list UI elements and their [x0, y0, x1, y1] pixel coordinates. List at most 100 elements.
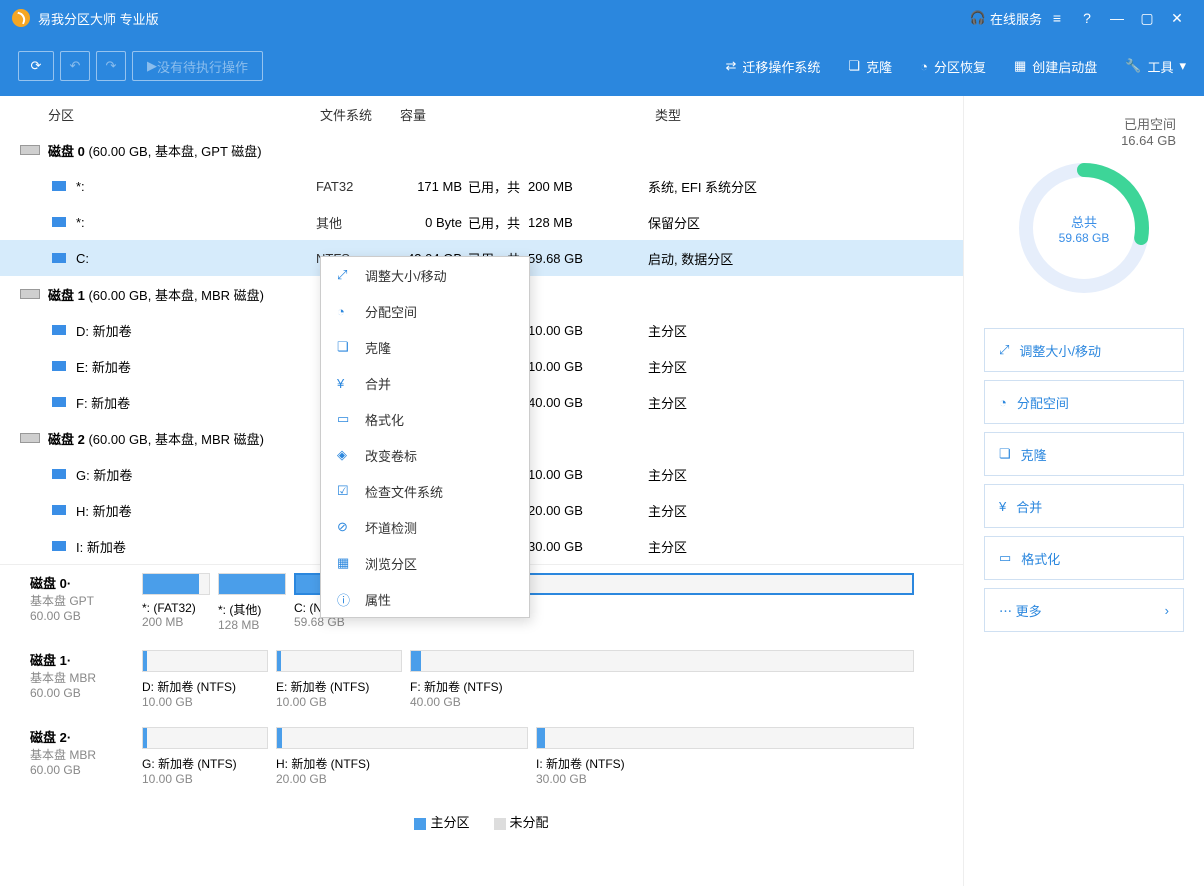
- partition-total: 128 MB: [528, 215, 648, 230]
- more-icon: ⋯: [999, 604, 1016, 619]
- segment-label: *: (FAT32): [142, 601, 210, 615]
- menu-item-icon: ◔: [337, 304, 353, 319]
- partition-row[interactable]: *: 其他 0 Byte 已用，共 128 MB 保留分区: [0, 204, 963, 240]
- disk-segment[interactable]: E: 新加卷 (NTFS) 10.00 GB: [276, 650, 402, 709]
- disk-segment[interactable]: H: 新加卷 (NTFS) 20.00 GB: [276, 727, 528, 786]
- used-space-value: 16.64 GB: [964, 133, 1176, 148]
- partition-drive: G: 新加卷: [76, 465, 316, 484]
- refresh-button[interactable]: ⟳: [18, 51, 54, 81]
- context-menu[interactable]: ⤢调整大小/移动◔分配空间❏克隆¥合并▭格式化 ◈ 改变卷标 ☑ 检查文件系统 ⊘坏道检测…: [320, 256, 530, 618]
- disk-bar: 磁盘 2· 基本盘 MBR 60.00 GB G: 新加卷 (NTFS) 10.…: [18, 727, 945, 786]
- menu-item-label: 属性: [365, 590, 391, 609]
- redo-button[interactable]: ↷: [96, 51, 126, 81]
- sidebar-more-button[interactable]: ⋯ 更多›: [984, 588, 1184, 632]
- context-menu-item[interactable]: ❏克隆: [321, 329, 529, 365]
- partition-icon: [52, 541, 66, 551]
- disk-segment[interactable]: *: (FAT32) 200 MB: [142, 573, 210, 632]
- sidebar-btn-icon: ❏: [999, 446, 1011, 462]
- menu-item-icon: ☑: [337, 483, 353, 499]
- maximize-button[interactable]: ▢: [1132, 10, 1162, 27]
- menu-item-icon: ▦: [337, 555, 353, 571]
- sidebar-btn-icon: ▭: [999, 550, 1011, 566]
- segment-size: 128 MB: [218, 618, 286, 632]
- disk-bar-sub2: 60.00 GB: [30, 686, 130, 700]
- disk-bar-name: 磁盘 0·: [30, 573, 130, 592]
- table-header: 分区 文件系统 容量 类型: [0, 96, 963, 132]
- legend-primary-swatch: [414, 818, 426, 830]
- disk-icon: [20, 433, 40, 443]
- sidebar-btn-icon: ⤢: [999, 342, 1009, 358]
- disk-segment[interactable]: D: 新加卷 (NTFS) 10.00 GB: [142, 650, 268, 709]
- context-menu-item[interactable]: ▭格式化: [321, 401, 529, 437]
- usage-mid: 已用，共: [468, 213, 528, 232]
- menu-item-icon: ◈: [337, 447, 353, 463]
- usage-donut-chart: 总共 59.68 GB: [1014, 158, 1154, 298]
- sidebar-btn-label: 调整大小/移动: [1019, 341, 1101, 360]
- partition-drive: C:: [76, 251, 316, 266]
- menu-item-label: 浏览分区: [365, 554, 417, 573]
- segment-label: *: (其他): [218, 601, 286, 618]
- segment-size: 30.00 GB: [536, 772, 914, 786]
- close-button[interactable]: ✕: [1162, 10, 1192, 27]
- sidebar-action-button[interactable]: ◔分配空间: [984, 380, 1184, 424]
- context-menu-item[interactable]: ⓘ属性: [321, 581, 529, 617]
- disk-row[interactable]: 磁盘 0 (60.00 GB, 基本盘, GPT 磁盘): [0, 132, 963, 168]
- segment-size: 10.00 GB: [276, 695, 402, 709]
- partition-used: 0 Byte: [396, 215, 468, 230]
- partition-total: 10.00 GB: [528, 323, 648, 338]
- partition-type: 主分区: [648, 393, 963, 412]
- segment-label: G: 新加卷 (NTFS): [142, 755, 268, 772]
- menu-item-label: 改变卷标: [365, 446, 417, 465]
- partition-row[interactable]: *: FAT32 171 MB 已用，共 200 MB 系统, EFI 系统分区: [0, 168, 963, 204]
- used-space-label: 已用空间: [964, 114, 1176, 133]
- partition-drive: I: 新加卷: [76, 537, 316, 556]
- migrate-os-button[interactable]: ⇄迁移操作系统: [725, 57, 820, 76]
- partition-total: 10.00 GB: [528, 467, 648, 482]
- sidebar-action-button[interactable]: ⤢ 调整大小/移动: [984, 328, 1184, 372]
- context-menu-item[interactable]: ◔分配空间: [321, 293, 529, 329]
- bootdisk-icon: ▦: [1014, 58, 1026, 74]
- pending-ops-button[interactable]: ▶ 没有待执行操作: [132, 51, 263, 81]
- context-menu-item[interactable]: ◈ 改变卷标: [321, 437, 529, 473]
- context-menu-item[interactable]: ▦ 浏览分区: [321, 545, 529, 581]
- context-menu-item[interactable]: ☑ 检查文件系统: [321, 473, 529, 509]
- partition-icon: [52, 505, 66, 515]
- context-menu-item[interactable]: ⊘坏道检测: [321, 509, 529, 545]
- sidebar: 已用空间 16.64 GB 总共 59.68 GB ⤢ 调整大小/移动 ◔分配空间 ❏…: [964, 96, 1204, 886]
- sidebar-btn-label: 合并: [1016, 497, 1042, 516]
- total-label: 总共: [1071, 212, 1097, 231]
- menu-item-icon: ⤢: [337, 267, 353, 283]
- help-icon[interactable]: ?: [1072, 10, 1102, 26]
- online-service-button[interactable]: 🎧 在线服务: [970, 9, 1042, 28]
- disk-icon: [20, 289, 40, 299]
- recover-button[interactable]: ◔分区恢复: [920, 57, 986, 76]
- disk-segment[interactable]: F: 新加卷 (NTFS) 40.00 GB: [410, 650, 914, 709]
- sidebar-action-button[interactable]: ¥合并: [984, 484, 1184, 528]
- disk-segment[interactable]: I: 新加卷 (NTFS) 30.00 GB: [536, 727, 914, 786]
- partition-type: 保留分区: [648, 213, 963, 232]
- context-menu-item[interactable]: ⤢调整大小/移动: [321, 257, 529, 293]
- undo-button[interactable]: ↶: [60, 51, 90, 81]
- disk-bar: 磁盘 1· 基本盘 MBR 60.00 GB D: 新加卷 (NTFS) 10.…: [18, 650, 945, 709]
- disk-segment[interactable]: *: (其他) 128 MB: [218, 573, 286, 632]
- partition-icon: [52, 325, 66, 335]
- clone-button[interactable]: ❏克隆: [848, 57, 892, 76]
- menu-icon[interactable]: ≡: [1042, 10, 1072, 26]
- disk-meta: (60.00 GB, 基本盘, MBR 磁盘): [88, 429, 264, 448]
- disk-bar-sub2: 60.00 GB: [30, 763, 130, 777]
- disk-bar-sub2: 60.00 GB: [30, 609, 130, 623]
- context-menu-item[interactable]: ¥合并: [321, 365, 529, 401]
- minimize-button[interactable]: —: [1102, 10, 1132, 26]
- partition-icon: [52, 181, 66, 191]
- bootdisk-button[interactable]: ▦创建启动盘: [1014, 57, 1097, 76]
- disk-segment[interactable]: G: 新加卷 (NTFS) 10.00 GB: [142, 727, 268, 786]
- disk-name: 磁盘 2: [48, 429, 85, 448]
- partition-drive: E: 新加卷: [76, 357, 316, 376]
- menu-item-label: 检查文件系统: [365, 482, 443, 501]
- sidebar-action-button[interactable]: ▭格式化: [984, 536, 1184, 580]
- tools-button[interactable]: 🔧工具 ▾: [1125, 57, 1186, 76]
- partition-fs: FAT32: [316, 179, 396, 194]
- sidebar-action-button[interactable]: ❏克隆: [984, 432, 1184, 476]
- partition-type: 主分区: [648, 537, 963, 556]
- sidebar-btn-icon: ◔: [999, 395, 1007, 410]
